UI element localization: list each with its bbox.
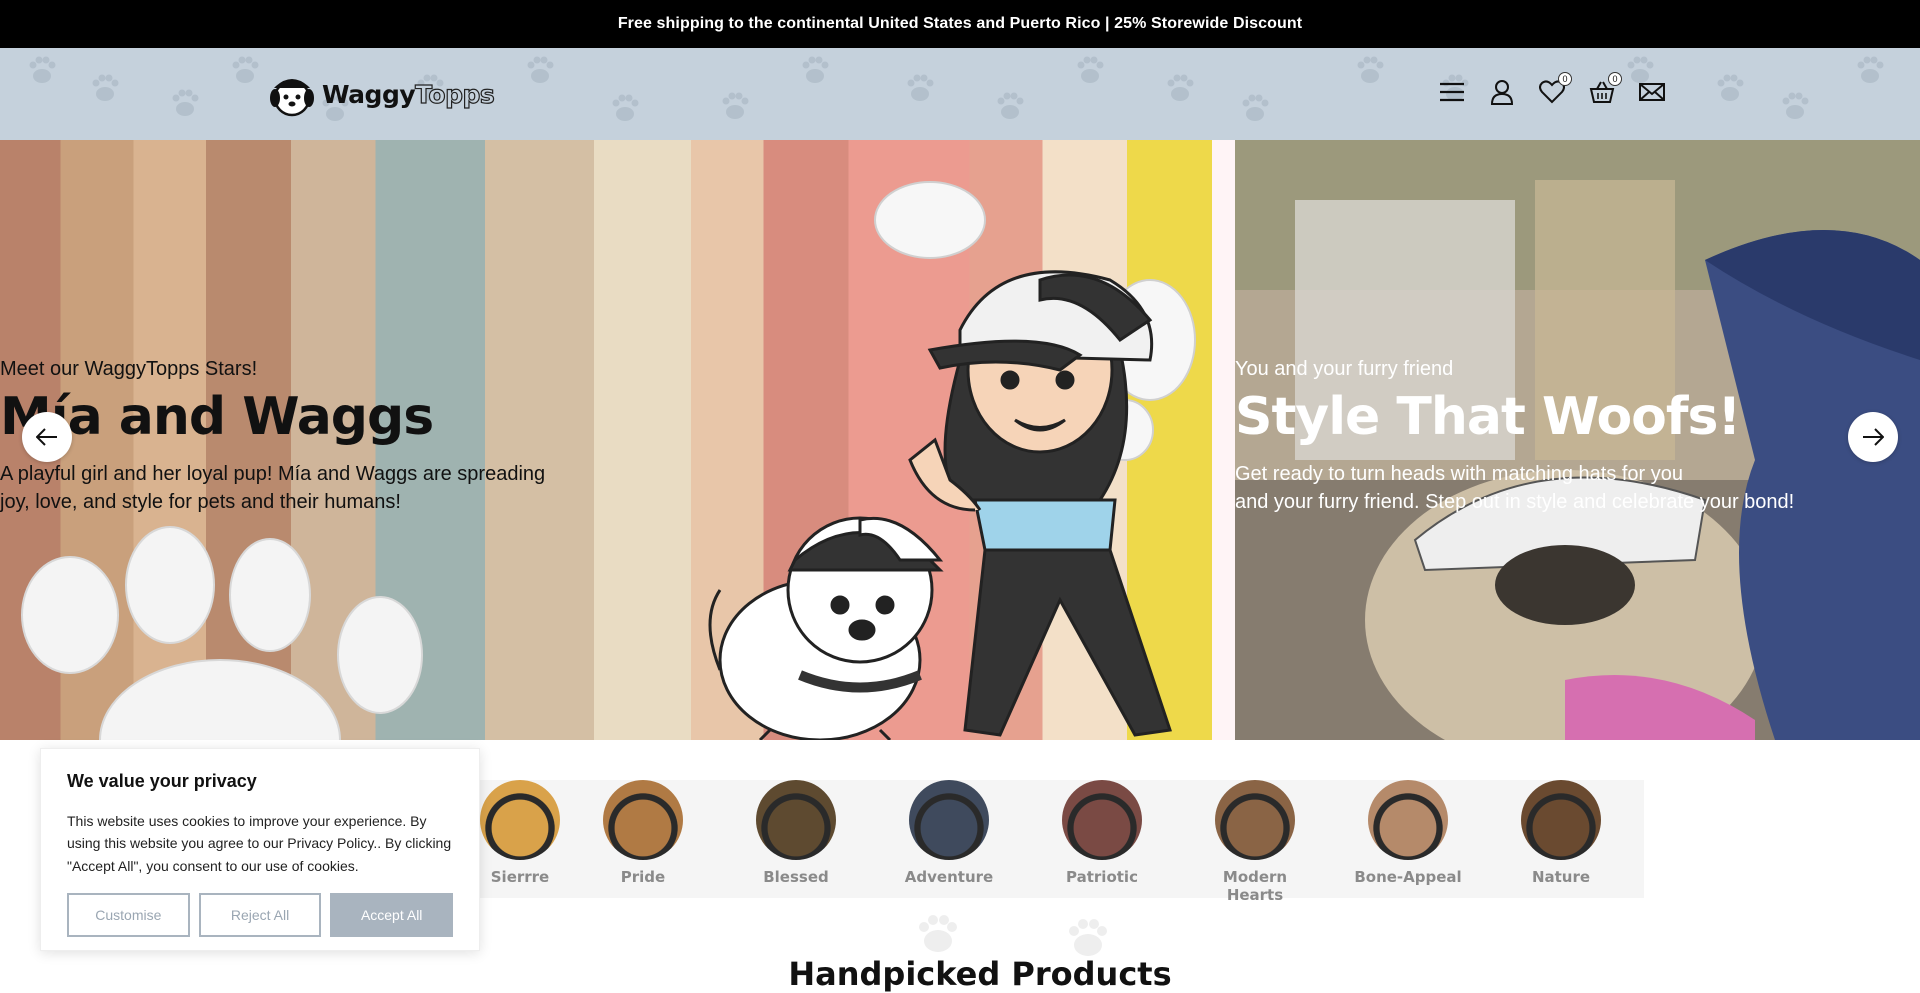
cookie-title: We value your privacy (67, 771, 257, 791)
slide1-desc-line1: A playful girl and her loyal pup! Mía an… (0, 463, 546, 486)
category-image (480, 780, 560, 860)
header-nav-icons: 0 0 (1436, 72, 1668, 108)
arrow-left-icon (36, 428, 57, 446)
slide1-caption: Meet our WaggyTopps Stars! Mía and Waggs… (0, 358, 600, 516)
cart-count-badge: 0 (1608, 72, 1622, 86)
menu-icon (1440, 82, 1464, 102)
category-item[interactable]: Modern Hearts (1195, 780, 1315, 904)
menu-button[interactable] (1436, 76, 1468, 108)
cookie-buttons: Customise Reject All Accept All (67, 893, 454, 938)
category-image (1368, 780, 1448, 860)
category-item[interactable]: Patriotic (1042, 780, 1162, 886)
category-label: Patriotic (1066, 868, 1138, 886)
logo-text-waggy: Waggy (322, 79, 416, 109)
slide2-desc-line1: Get ready to turn heads with matching ha… (1235, 463, 1684, 486)
dog-mascot-icon (270, 79, 314, 117)
slide1-desc-line2: joy, love, and style for pets and their … (0, 491, 401, 514)
logo-text-topps: Topps (415, 79, 496, 109)
carousel-next-button[interactable] (1848, 412, 1898, 462)
cart-button[interactable]: 0 (1586, 72, 1622, 108)
category-image (603, 780, 683, 860)
category-item[interactable]: Bone-Appeal (1348, 780, 1468, 886)
reject-all-button[interactable]: Reject All (198, 893, 322, 938)
category-label: Adventure (904, 868, 994, 886)
mail-icon (1639, 83, 1665, 101)
site-header: WaggyTopps 0 0 (0, 48, 1920, 140)
slide2-desc-line2: and your furry friend. Step out in style… (1235, 491, 1795, 514)
category-item[interactable]: Blessed (736, 780, 856, 886)
category-image (756, 780, 836, 860)
slide1-kicker: Meet our WaggyTopps Stars! (0, 358, 258, 380)
hero-carousel: Meet our WaggyTopps Stars! Mía and Waggs… (0, 140, 1920, 740)
arrow-right-icon (1863, 428, 1884, 446)
category-item[interactable]: Nature (1501, 780, 1621, 886)
category-label: Nature (1531, 868, 1591, 886)
category-label: Bone-Appeal (1354, 868, 1462, 886)
category-image (1062, 780, 1142, 860)
accept-all-button[interactable]: Accept All (330, 893, 454, 938)
account-button[interactable] (1486, 76, 1518, 108)
contact-button[interactable] (1636, 76, 1668, 108)
category-image (909, 780, 989, 860)
slide2-caption: You and your furry friend Style That Woo… (1235, 358, 1855, 516)
category-strip: Sierrre Pride Blessed Adventure Patrioti… (460, 780, 1644, 904)
slide-separator (1212, 140, 1235, 740)
carousel-prev-button[interactable] (22, 412, 72, 462)
category-label: Modern Hearts (1222, 868, 1288, 904)
slide2-headline: Style That Woofs! (1235, 387, 1741, 447)
wishlist-button[interactable]: 0 (1536, 72, 1572, 108)
category-image (1521, 780, 1601, 860)
slide1-headline: Mía and Waggs (0, 387, 434, 447)
announcement-text: Free shipping to the continental United … (617, 15, 1303, 32)
category-item[interactable]: Adventure (889, 780, 1009, 886)
customise-button[interactable]: Customise (67, 893, 190, 938)
site-logo[interactable]: WaggyTopps (266, 68, 496, 120)
announcement-bar: Free shipping to the continental United … (0, 0, 1920, 48)
slide2-description: Get ready to turn heads with matching ha… (1235, 460, 1855, 516)
slide1-description: A playful girl and her loyal pup! Mía an… (0, 460, 600, 516)
category-label: Blessed (763, 868, 829, 886)
category-image (1215, 780, 1295, 860)
category-label: Pride (620, 868, 666, 886)
logo-wordmark: WaggyTopps (322, 79, 496, 109)
section-title-handpicked: Handpicked Products (788, 955, 1172, 993)
category-item[interactable]: Pride (583, 780, 703, 886)
cookie-body: This website uses cookies to improve you… (67, 813, 452, 874)
wishlist-count-badge: 0 (1558, 72, 1572, 86)
slide2-kicker: You and your furry friend (1235, 358, 1454, 380)
cookie-consent-banner: We value your privacy This website uses … (40, 748, 480, 951)
account-icon (1490, 80, 1514, 105)
